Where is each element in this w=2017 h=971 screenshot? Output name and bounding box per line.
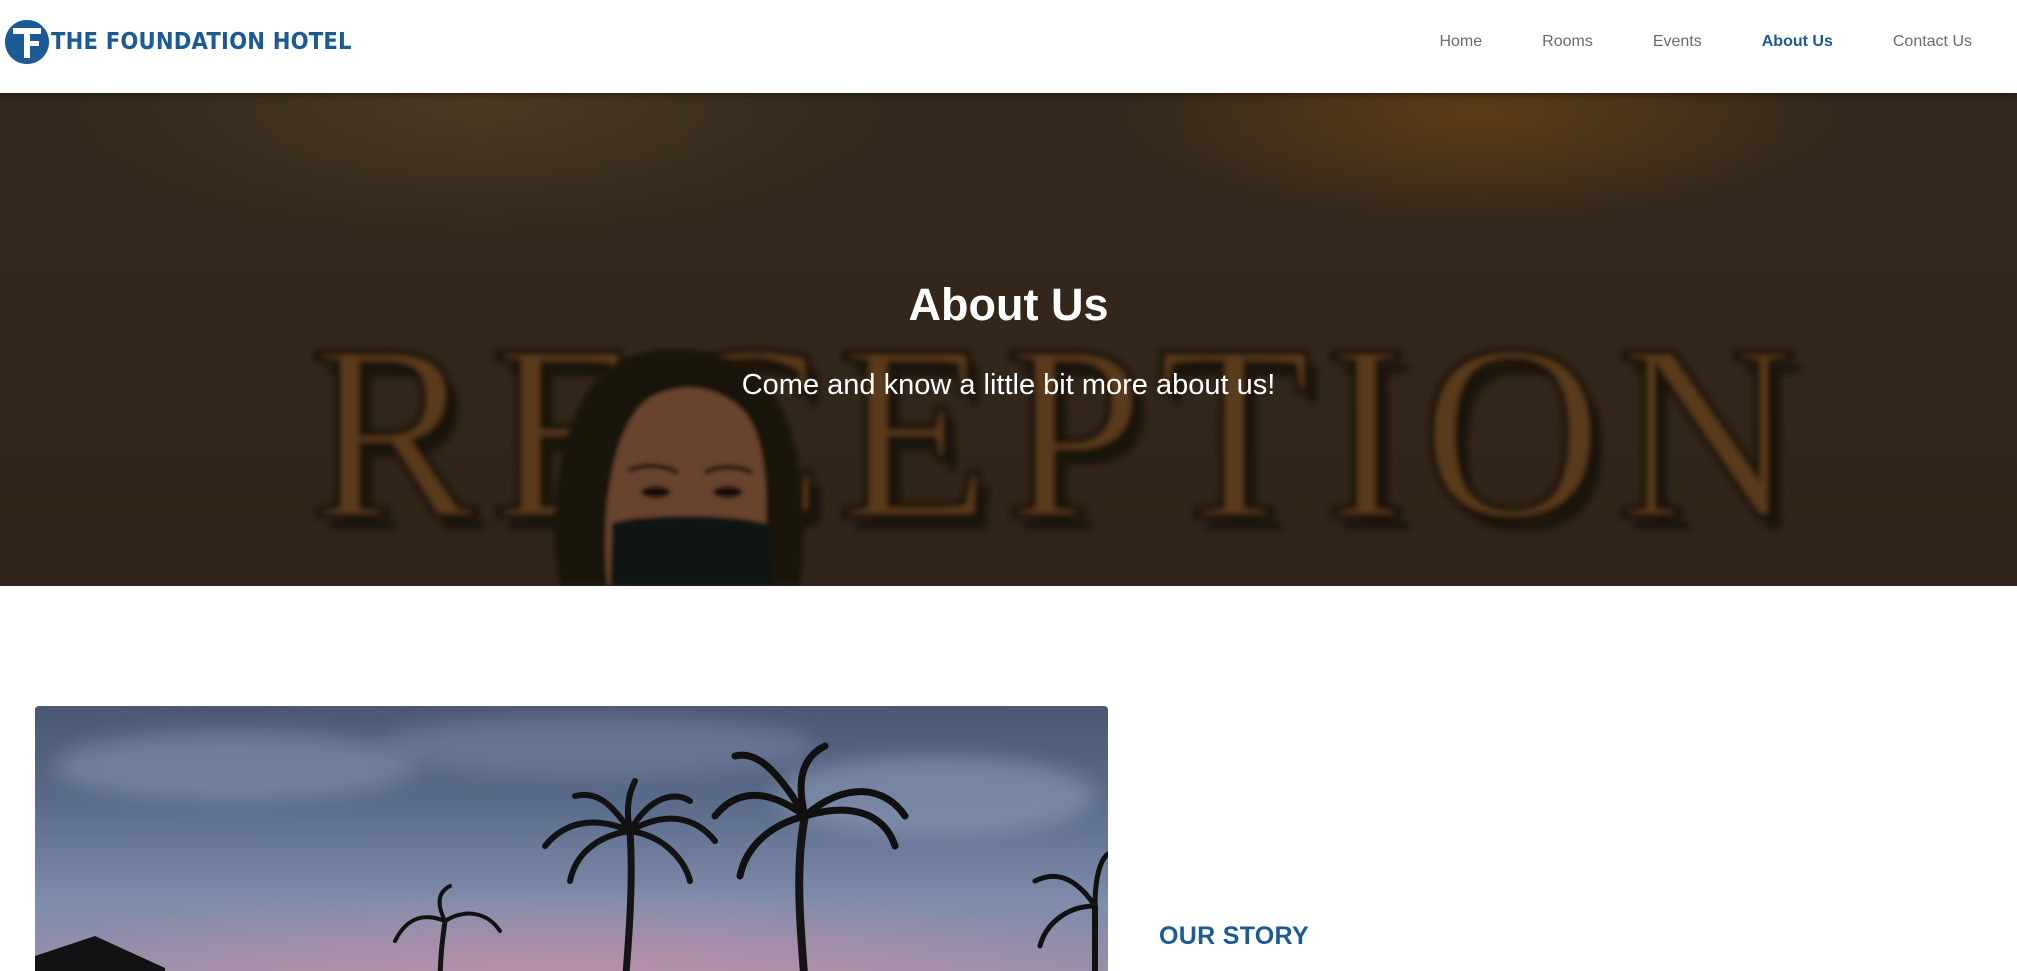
hero-banner: RECEPTION RECEPTION About Us Come and kn…: [0, 93, 2017, 586]
site-header: THE FOUNDATION HOTEL Home Rooms Events A…: [0, 0, 2017, 93]
palm-trees-illustration: [35, 716, 1108, 971]
hero-subtitle: Come and know a little bit more about us…: [741, 369, 1276, 401]
nav-item-rooms[interactable]: Rooms: [1542, 33, 1593, 51]
brand-logo-link[interactable]: THE FOUNDATION HOTEL: [5, 18, 378, 66]
foundation-hotel-logo-icon: [5, 20, 49, 64]
palm-trees-at-dusk-image: [35, 706, 1108, 971]
nav-item-home[interactable]: Home: [1439, 33, 1482, 51]
nav-item-about-us[interactable]: About Us: [1762, 33, 1833, 51]
our-story-heading: OUR STORY: [1159, 922, 1309, 950]
hero-dark-overlay: [0, 93, 2017, 586]
main-navigation: Home Rooms Events About Us Contact Us: [1379, 33, 1972, 51]
page: THE FOUNDATION HOTEL Home Rooms Events A…: [0, 0, 2017, 971]
nav-item-contact-us[interactable]: Contact Us: [1893, 33, 1972, 51]
hero-title: About Us: [908, 279, 1109, 330]
nav-item-events[interactable]: Events: [1653, 33, 1702, 51]
brand-name: THE FOUNDATION HOTEL: [51, 29, 352, 55]
